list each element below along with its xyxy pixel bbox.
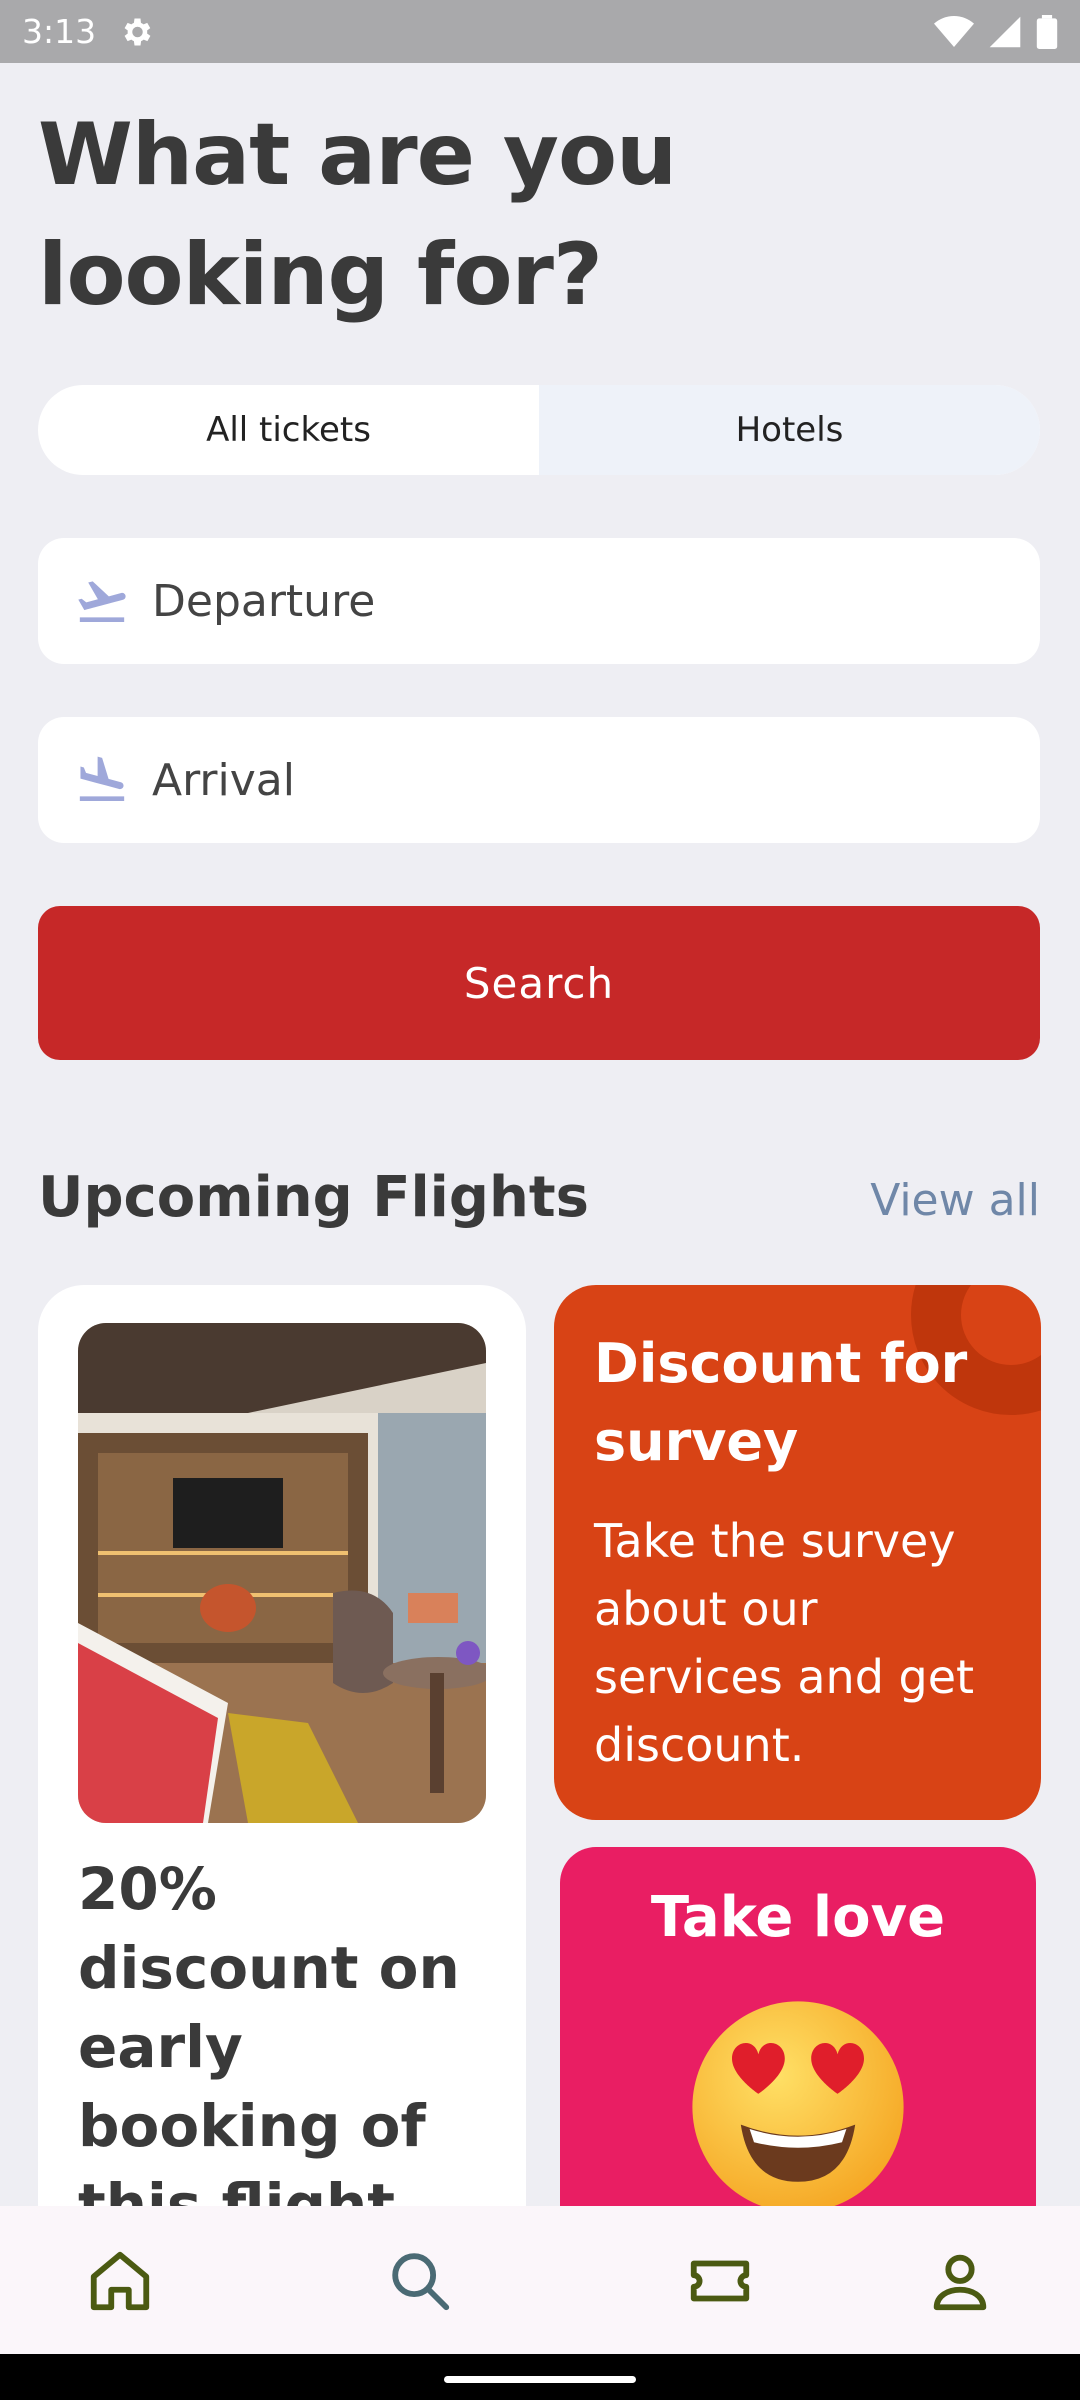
- heart-eyes-emoji-icon: [692, 2001, 904, 2213]
- category-tabs: All tickets Hotels: [38, 385, 1040, 475]
- gesture-handle[interactable]: [444, 2376, 636, 2383]
- discount-survey-card[interactable]: Discount for survey Take the survey abou…: [554, 1285, 1041, 1820]
- survey-card-title: Discount for survey: [594, 1332, 968, 1473]
- profile-icon[interactable]: [925, 2246, 995, 2316]
- battery-icon: [1036, 14, 1058, 49]
- upcoming-flights-title: Upcoming Flights: [38, 1165, 589, 1230]
- flight-takeoff-icon: [78, 581, 126, 622]
- settings-gear-icon: [124, 18, 151, 45]
- search-button[interactable]: Search: [38, 906, 1040, 1060]
- take-love-title: Take love: [650, 1885, 946, 1950]
- survey-card-body: Take the survey about our services and g…: [594, 1514, 975, 1772]
- ticket-icon[interactable]: [685, 2246, 755, 2316]
- hotel-room-image: [78, 1323, 486, 1823]
- flight-promo-card[interactable]: 20% discount on early booking of this fl…: [38, 1285, 526, 2215]
- view-all-link[interactable]: View all: [870, 1175, 1040, 1226]
- cell-signal-icon: [989, 16, 1021, 47]
- tab-all-tickets[interactable]: All tickets: [38, 385, 539, 475]
- search-icon[interactable]: [385, 2246, 455, 2316]
- departure-label: Departure: [152, 575, 376, 627]
- page-title: What are you looking for?: [38, 105, 677, 325]
- status-time: 3:13: [22, 12, 97, 51]
- home-icon[interactable]: [85, 2246, 155, 2316]
- status-bar: 3:13: [0, 0, 1080, 63]
- status-icons: [934, 14, 1058, 49]
- system-gesture-bar: [0, 2354, 1080, 2400]
- flight-land-icon: [79, 756, 125, 801]
- promo-text: 20% discount on early booking of this fl…: [78, 1855, 460, 2215]
- wifi-icon: [934, 15, 974, 47]
- departure-field[interactable]: Departure: [38, 538, 1040, 664]
- take-love-card[interactable]: Take love: [560, 1847, 1036, 2247]
- arrival-label: Arrival: [152, 754, 295, 806]
- arrival-field[interactable]: Arrival: [38, 717, 1040, 843]
- tab-hotels[interactable]: Hotels: [539, 385, 1040, 475]
- bottom-navigation: [0, 2206, 1080, 2354]
